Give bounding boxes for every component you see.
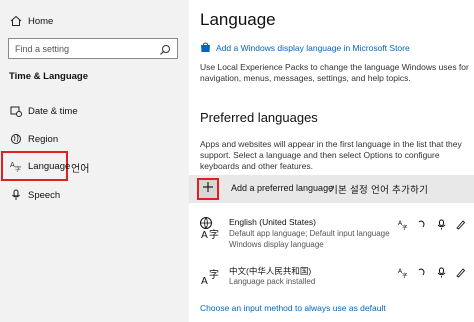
store-link-text: Add a Windows display language in Micros… — [216, 42, 410, 53]
language-icon: A字 — [9, 159, 23, 173]
microphone-icon — [9, 188, 23, 202]
preferred-description: Apps and websites will appear in the fir… — [200, 139, 462, 171]
svg-text:A: A — [201, 276, 208, 287]
globe-icon — [9, 132, 23, 146]
sidebar-item-label: Date & time — [28, 105, 78, 117]
sidebar-item-language[interactable]: A字 Language — [0, 155, 70, 177]
search-input[interactable]: Find a setting — [8, 38, 178, 59]
main-panel: Language Add a Windows display language … — [189, 0, 474, 322]
store-icon — [200, 42, 211, 53]
handwriting-icon — [455, 217, 466, 230]
add-language-label: Add a preferred language — [231, 183, 334, 193]
language-features: A字 — [398, 265, 466, 280]
home-icon — [9, 14, 23, 28]
sidebar-item-label: Region — [28, 133, 59, 145]
language-name: 中文(中华人民共和国) — [229, 266, 312, 276]
search-placeholder: Find a setting — [15, 44, 70, 54]
sidebar: Home Find a setting Time & Language Date… — [0, 0, 189, 322]
svg-text:字: 字 — [15, 165, 21, 172]
language-name: English (United States) — [229, 217, 316, 227]
svg-text:字: 字 — [209, 228, 219, 240]
svg-text:字: 字 — [402, 272, 408, 279]
language-features: A字 — [398, 217, 466, 232]
display-language-icon: A字 — [398, 217, 409, 232]
sidebar-item-region[interactable]: Region — [0, 128, 58, 150]
store-link[interactable]: Add a Windows display language in Micros… — [200, 42, 410, 53]
speech-icon — [417, 265, 428, 276]
handwriting-icon — [455, 265, 466, 278]
sidebar-item-speech[interactable]: Speech — [0, 184, 60, 206]
add-language-annotation: 기본 설정 언어 추가하기 — [329, 185, 429, 196]
microphone-icon — [436, 265, 447, 278]
default-input-method-link[interactable]: Choose an input method to always use as … — [200, 303, 386, 313]
speech-icon — [417, 217, 428, 228]
plus-icon — [202, 180, 214, 198]
display-language-icon: A字 — [398, 265, 409, 280]
svg-text:A: A — [201, 230, 208, 240]
microphone-icon — [436, 217, 447, 230]
sidebar-item-date-time[interactable]: Date & time — [0, 100, 78, 122]
section-title: Time & Language — [9, 71, 89, 82]
add-language-button[interactable] — [197, 178, 219, 200]
sidebar-item-label: Language — [28, 160, 71, 172]
description: Use Local Experience Packs to change the… — [200, 62, 469, 83]
sidebar-item-label: Speech — [28, 189, 61, 201]
preferred-languages-title: Preferred languages — [200, 110, 318, 125]
calendar-clock-icon — [9, 104, 23, 118]
home-nav[interactable]: Home — [0, 10, 53, 32]
home-label: Home — [28, 15, 54, 27]
svg-text:字: 字 — [209, 268, 219, 281]
language-annotation: 언어 — [71, 164, 90, 175]
page-title: Language — [200, 10, 276, 29]
search-icon — [159, 43, 171, 55]
language-glyph-icon: A字 — [199, 216, 223, 241]
language-detail: Language pack installed — [229, 277, 316, 286]
language-item-english[interactable]: A字 English (United States) Default app l… — [189, 214, 474, 254]
svg-text:字: 字 — [402, 224, 408, 231]
language-item-chinese[interactable]: A字 中文(中华人民共和国) Language pack installed A… — [189, 262, 474, 292]
language-glyph-icon: A字 — [199, 264, 223, 288]
language-detail: Windows display language — [229, 240, 324, 249]
language-detail: Default app language; Default input lang… — [229, 229, 390, 238]
